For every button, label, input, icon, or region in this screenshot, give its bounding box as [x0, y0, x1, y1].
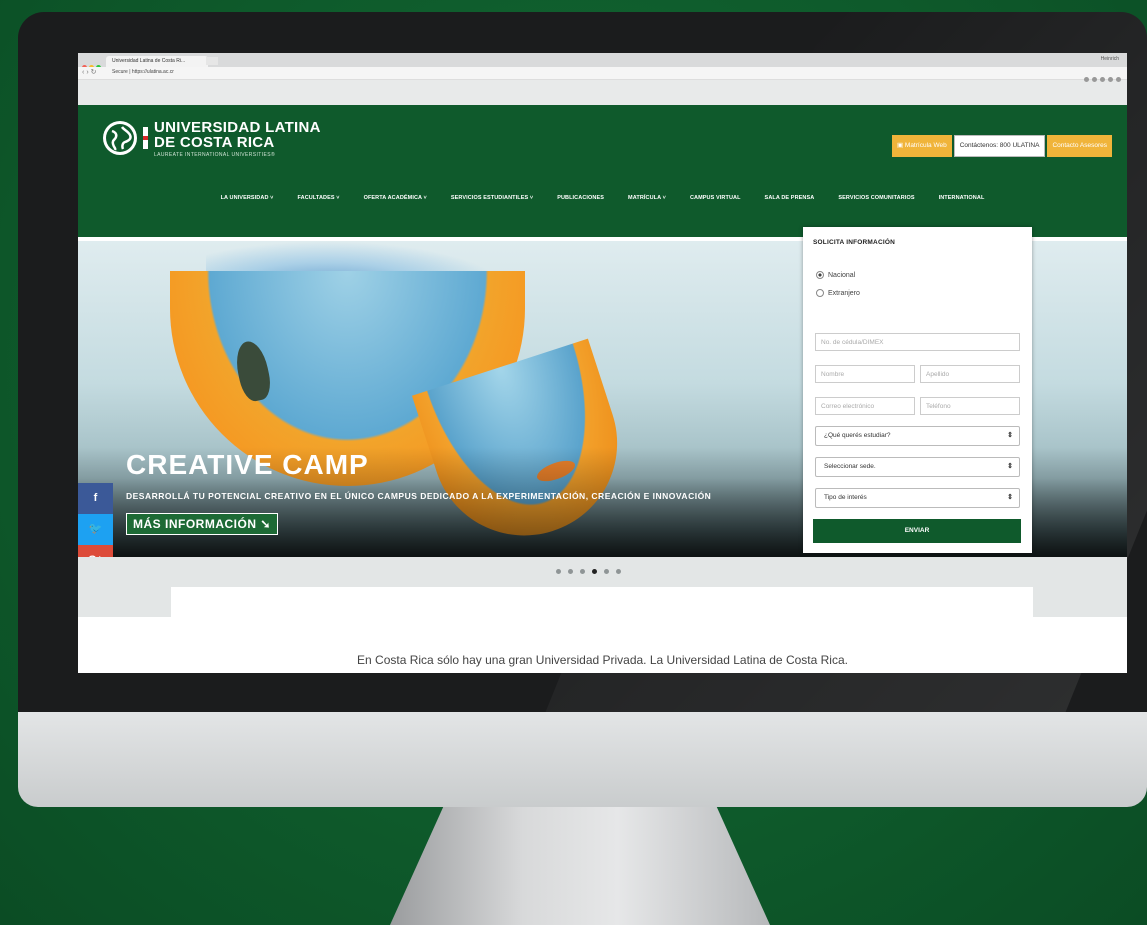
nav-item-oferta[interactable]: OFERTA ACADÉMICA ˅ [364, 195, 427, 201]
nav-item-comunitarios[interactable]: SERVICIOS COMUNITARIOS [838, 195, 914, 201]
tagline: En Costa Rica sólo hay una gran Universi… [357, 653, 848, 667]
nav-item-universidad[interactable]: LA UNIVERSIDAD ˅ [221, 195, 274, 201]
carousel-dot-active[interactable] [592, 569, 597, 574]
nav-item-matricula[interactable]: MATRÍCULA ˅ [628, 195, 666, 201]
campus-select-value: Seleccionar sede. [824, 463, 876, 470]
hero-title: CREATIVE CAMP [126, 449, 369, 480]
select-arrows-icon: ⇕ [1007, 494, 1013, 501]
logo-text-line2[interactable]: DE COSTA RICA [154, 134, 275, 151]
profile-name[interactable]: Heinrich [1101, 56, 1119, 62]
nav-item-servicios[interactable]: SERVICIOS ESTUDIANTILES ˅ [451, 195, 533, 201]
extensions-icons[interactable] [1081, 69, 1121, 87]
radio-foreign-label: Extranjero [828, 289, 860, 297]
phone-input[interactable]: Teléfono [920, 397, 1020, 415]
browser-screen: Universidad Latina de Costa Ri... Heinri… [78, 53, 1127, 673]
radio-empty-icon [816, 289, 824, 297]
google-plus-icon[interactable]: G+ [78, 545, 113, 557]
nav-item-publicaciones[interactable]: PUBLICACIONES [557, 195, 604, 201]
twitter-icon[interactable]: 🐦 [78, 514, 113, 545]
form-title: SOLICITA INFORMACIÓN [813, 239, 895, 246]
hero-subtitle: DESARROLLÁ TU POTENCIAL CREATIVO EN EL Ú… [126, 491, 712, 501]
radio-national-label: Nacional [828, 271, 856, 279]
radio-foreign[interactable]: Extranjero [816, 289, 860, 297]
social-share-bar: f 🐦 G+ p in [78, 483, 113, 557]
address-bar: ‹›↻ Secure | https://ulatina.ac.cr [78, 67, 1127, 82]
select-arrows-icon: ⇕ [1007, 463, 1013, 470]
monitor: Universidad Latina de Costa Ri... Heinri… [18, 12, 1147, 807]
carousel-dot[interactable] [580, 569, 585, 574]
main-nav: LA UNIVERSIDAD ˅ FACULTADES ˅ OFERTA ACA… [78, 195, 1127, 201]
campus-select[interactable]: Seleccionar sede. ⇕ [815, 457, 1020, 477]
email-input[interactable]: Correo electrónico [815, 397, 915, 415]
contact-advisor-button[interactable]: Contacto Asesores [1047, 135, 1112, 157]
first-name-input[interactable]: Nombre [815, 365, 915, 383]
nav-item-facultades[interactable]: FACULTADES ˅ [297, 195, 339, 201]
more-info-button[interactable]: MÁS INFORMACIÓN ➘ [126, 513, 278, 535]
interest-select[interactable]: Tipo de interés ⇕ [815, 488, 1020, 508]
carousel-dot[interactable] [556, 569, 561, 574]
nav-item-international[interactable]: INTERNATIONAL [939, 195, 985, 201]
monitor-chin [18, 712, 1147, 807]
nav-arrows-icon[interactable]: ‹›↻ [82, 68, 99, 76]
last-name-input[interactable]: Apellido [920, 365, 1020, 383]
matricula-web-label: Matrícula Web [904, 142, 947, 149]
carousel-dot[interactable] [568, 569, 573, 574]
carousel-dots [556, 569, 621, 574]
top-strip [78, 80, 1127, 105]
radio-selected-icon [816, 271, 824, 279]
globe-logo-icon[interactable] [103, 121, 137, 155]
id-number-input[interactable]: No. de cédula/DIMEX [815, 333, 1020, 351]
study-select-value: ¿Qué querés estudiar? [824, 432, 891, 439]
monitor-stand [390, 807, 770, 925]
carousel-dot[interactable] [616, 569, 621, 574]
submit-button[interactable]: ENVIAR [813, 519, 1021, 543]
radio-national[interactable]: Nacional [816, 271, 855, 279]
logo-tagline: LAUREATE INTERNATIONAL UNIVERSITIES® [154, 152, 276, 158]
url-field[interactable]: Secure | https://ulatina.ac.cr [112, 69, 174, 75]
nav-item-sala-prensa[interactable]: SALA DE PRENSA [765, 195, 815, 201]
select-arrows-icon: ⇕ [1007, 432, 1013, 439]
browser-tab-bar: Universidad Latina de Costa Ri... Heinri… [78, 53, 1127, 70]
nav-item-campus-virtual[interactable]: CAMPUS VIRTUAL [690, 195, 741, 201]
header-buttons: ▣ Matrícula Web Contáctenos: 800 ULATINA… [891, 135, 1112, 157]
new-tab-button[interactable] [206, 57, 218, 65]
content-card [171, 587, 1033, 617]
browser-tab[interactable]: Universidad Latina de Costa Ri... [106, 56, 208, 67]
matricula-web-button[interactable]: ▣ Matrícula Web [891, 135, 952, 157]
info-request-form: SOLICITA INFORMACIÓN Nacional Extranjero… [803, 227, 1032, 553]
logo-flag-bar [143, 127, 148, 149]
facebook-icon[interactable]: f [78, 483, 113, 514]
contact-phone-button[interactable]: Contáctenos: 800 ULATINA [953, 135, 1046, 157]
study-select[interactable]: ¿Qué querés estudiar? ⇕ [815, 426, 1020, 446]
interest-select-value: Tipo de interés [824, 494, 867, 501]
carousel-dot[interactable] [604, 569, 609, 574]
site-header: UNIVERSIDAD LATINA DE COSTA RICA LAUREAT… [78, 105, 1127, 237]
